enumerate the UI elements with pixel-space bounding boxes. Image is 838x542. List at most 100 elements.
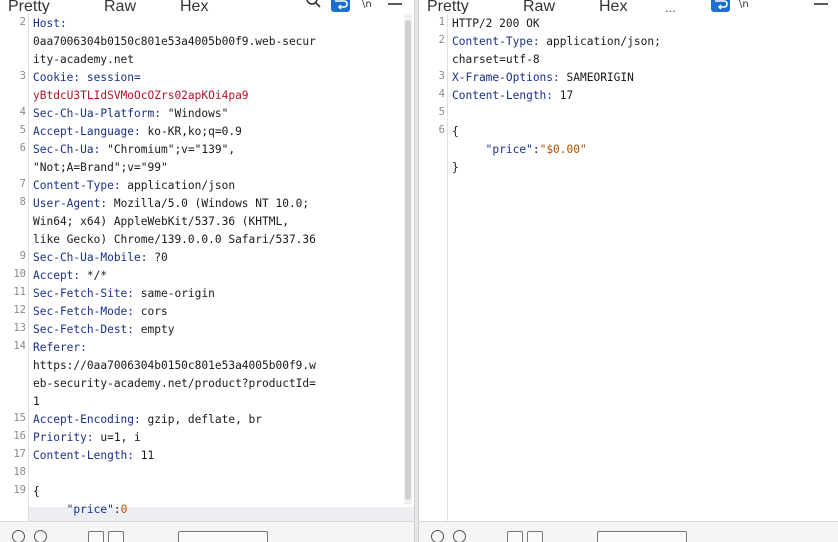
code-token: 17 <box>553 89 574 102</box>
help-icon[interactable] <box>453 530 466 542</box>
settings-icon[interactable] <box>12 530 25 542</box>
code-token: cors <box>134 305 168 318</box>
code-token: Content-Length: <box>33 449 135 462</box>
forward-arrow-icon[interactable] <box>527 531 543 542</box>
code-line: yBtdcU3TLIdSVMoOcOZrs02apKOi4pa9 <box>33 87 249 105</box>
line-number: 12 <box>13 304 26 316</box>
request-bottom-bar <box>0 521 414 542</box>
svg-text:\n: \n <box>739 0 749 9</box>
line-number: 3 <box>19 70 26 82</box>
code-token: */* <box>80 269 108 282</box>
line-number: 2 <box>19 16 26 28</box>
newline-toggle-icon[interactable]: \n <box>361 0 377 12</box>
code-token: SAMEORIGIN <box>559 71 634 84</box>
code-token: User-Agent: <box>33 197 108 210</box>
menu-icon[interactable] <box>813 0 829 12</box>
code-token: "Chromium";v="139", <box>100 143 236 156</box>
code-token: Content-Type: <box>33 179 121 192</box>
line-number: 1 <box>438 16 445 28</box>
line-number: 4 <box>19 106 26 118</box>
line-number: 6 <box>19 142 26 154</box>
tab-more[interactable]: ... <box>665 0 676 15</box>
code-line: Win64; x64) AppleWebKit/537.36 (KHTML, <box>33 213 289 231</box>
code-token: ?0 <box>147 251 168 264</box>
request-scroll-thumb[interactable] <box>405 20 411 500</box>
word-wrap-icon[interactable] <box>331 0 350 12</box>
code-token: charset=utf-8 <box>452 53 540 66</box>
line-number: 19 <box>13 484 26 496</box>
code-token: ko-KR,ko;q=0.9 <box>140 125 242 138</box>
code-line: like Gecko) Chrome/139.0.0.0 Safari/537.… <box>33 231 316 249</box>
code-token: 1 <box>33 395 40 408</box>
code-line: Host: <box>33 15 67 33</box>
help-icon[interactable] <box>34 530 47 542</box>
code-token: Accept-Language: <box>33 125 141 138</box>
line-number: 13 <box>13 322 26 334</box>
code-line: User-Agent: Mozilla/5.0 (Windows NT 10.0… <box>33 195 309 213</box>
response-bottom-bar <box>419 521 838 542</box>
code-token: https://0aa7006304b0150c801e53a4005b00f9… <box>33 359 316 372</box>
line-number: 4 <box>438 88 445 100</box>
code-line: ity-academy.net <box>33 51 134 69</box>
settings-icon[interactable] <box>431 530 444 542</box>
menu-icon[interactable] <box>387 0 403 12</box>
request-scrollbar[interactable] <box>404 14 412 504</box>
line-number: 14 <box>13 340 26 352</box>
code-line: charset=utf-8 <box>452 51 540 69</box>
request-editor[interactable]: Host: 0aa7006304b0150c801e53a4005b00f9.we… <box>0 14 414 522</box>
code-token: 0 <box>120 503 128 516</box>
code-line: { <box>452 123 459 141</box>
code-token: 11 <box>134 449 155 462</box>
search-icon[interactable] <box>306 0 322 12</box>
code-token: like Gecko) Chrome/139.0.0.0 Safari/537.… <box>33 233 316 246</box>
code-token: 0aa7006304b0150c801e53a4005b00f9.web-sec… <box>33 35 316 48</box>
code-token: : <box>113 503 121 516</box>
code-line: Accept-Encoding: gzip, deflate, br <box>33 411 262 429</box>
line-number: 10 <box>13 268 26 280</box>
code-token: HTTP/2 200 OK <box>452 17 540 30</box>
code-token: gzip, deflate, br <box>140 413 263 426</box>
back-arrow-icon[interactable] <box>88 531 104 542</box>
newline-toggle-icon[interactable]: \n <box>738 0 754 12</box>
code-token: application/json; <box>539 35 661 48</box>
code-token: Sec-Fetch-Dest: <box>33 323 135 336</box>
code-line: 0aa7006304b0150c801e53a4005b00f9.web-sec… <box>33 33 316 51</box>
response-editor[interactable]: HTTP/2 200 OK Content-Type: application/j… <box>419 14 838 522</box>
response-pane: Pretty Raw Hex ... \n HTTP/2 200 OK Conte… <box>419 0 838 542</box>
code-token: Win64; x64) AppleWebKit/537.36 (KHTML, <box>33 215 289 228</box>
code-token: "price" <box>33 503 114 516</box>
code-token: eb-security-academy.net/product?productI… <box>33 377 316 390</box>
line-number: 9 <box>19 250 26 262</box>
code-line: Sec-Fetch-Mode: cors <box>33 303 168 321</box>
code-line: Content-Length: 11 <box>33 447 154 465</box>
code-token: Accept-Encoding: <box>33 413 141 426</box>
code-line: Accept-Language: ko-KR,ko;q=0.9 <box>33 123 242 141</box>
code-line: Priority: u=1, i <box>33 429 141 447</box>
code-token: Referer: <box>33 341 87 354</box>
word-wrap-icon[interactable] <box>711 0 730 12</box>
code-line: Sec-Ch-Ua-Platform: "Windows" <box>33 105 228 123</box>
code-line: Accept: */* <box>33 267 107 285</box>
search-input[interactable] <box>597 531 687 542</box>
line-number: 18 <box>13 466 26 478</box>
code-token: Accept: <box>33 269 81 282</box>
code-token: Priority: <box>33 431 94 444</box>
code-token: Content-Type: <box>452 35 540 48</box>
code-token: Sec-Fetch-Mode: <box>33 305 135 318</box>
code-token: empty <box>134 323 175 336</box>
code-token: Sec-Ch-Ua: <box>33 143 101 156</box>
code-token: } <box>452 161 459 174</box>
search-input[interactable] <box>178 531 268 542</box>
line-number: 6 <box>438 124 445 136</box>
code-line: "price":0 <box>33 501 128 519</box>
code-token: "price" <box>452 143 533 156</box>
code-token: "Not;A=Brand";v="99" <box>33 161 168 174</box>
code-token: Sec-Ch-Ua-Mobile: <box>33 251 148 264</box>
back-arrow-icon[interactable] <box>507 531 523 542</box>
code-line: Sec-Fetch-Dest: empty <box>33 321 174 339</box>
forward-arrow-icon[interactable] <box>108 531 124 542</box>
code-line: { <box>33 483 40 501</box>
code-line: Sec-Ch-Ua: "Chromium";v="139", <box>33 141 235 159</box>
line-number: 5 <box>19 124 26 136</box>
line-number: 11 <box>13 286 26 298</box>
